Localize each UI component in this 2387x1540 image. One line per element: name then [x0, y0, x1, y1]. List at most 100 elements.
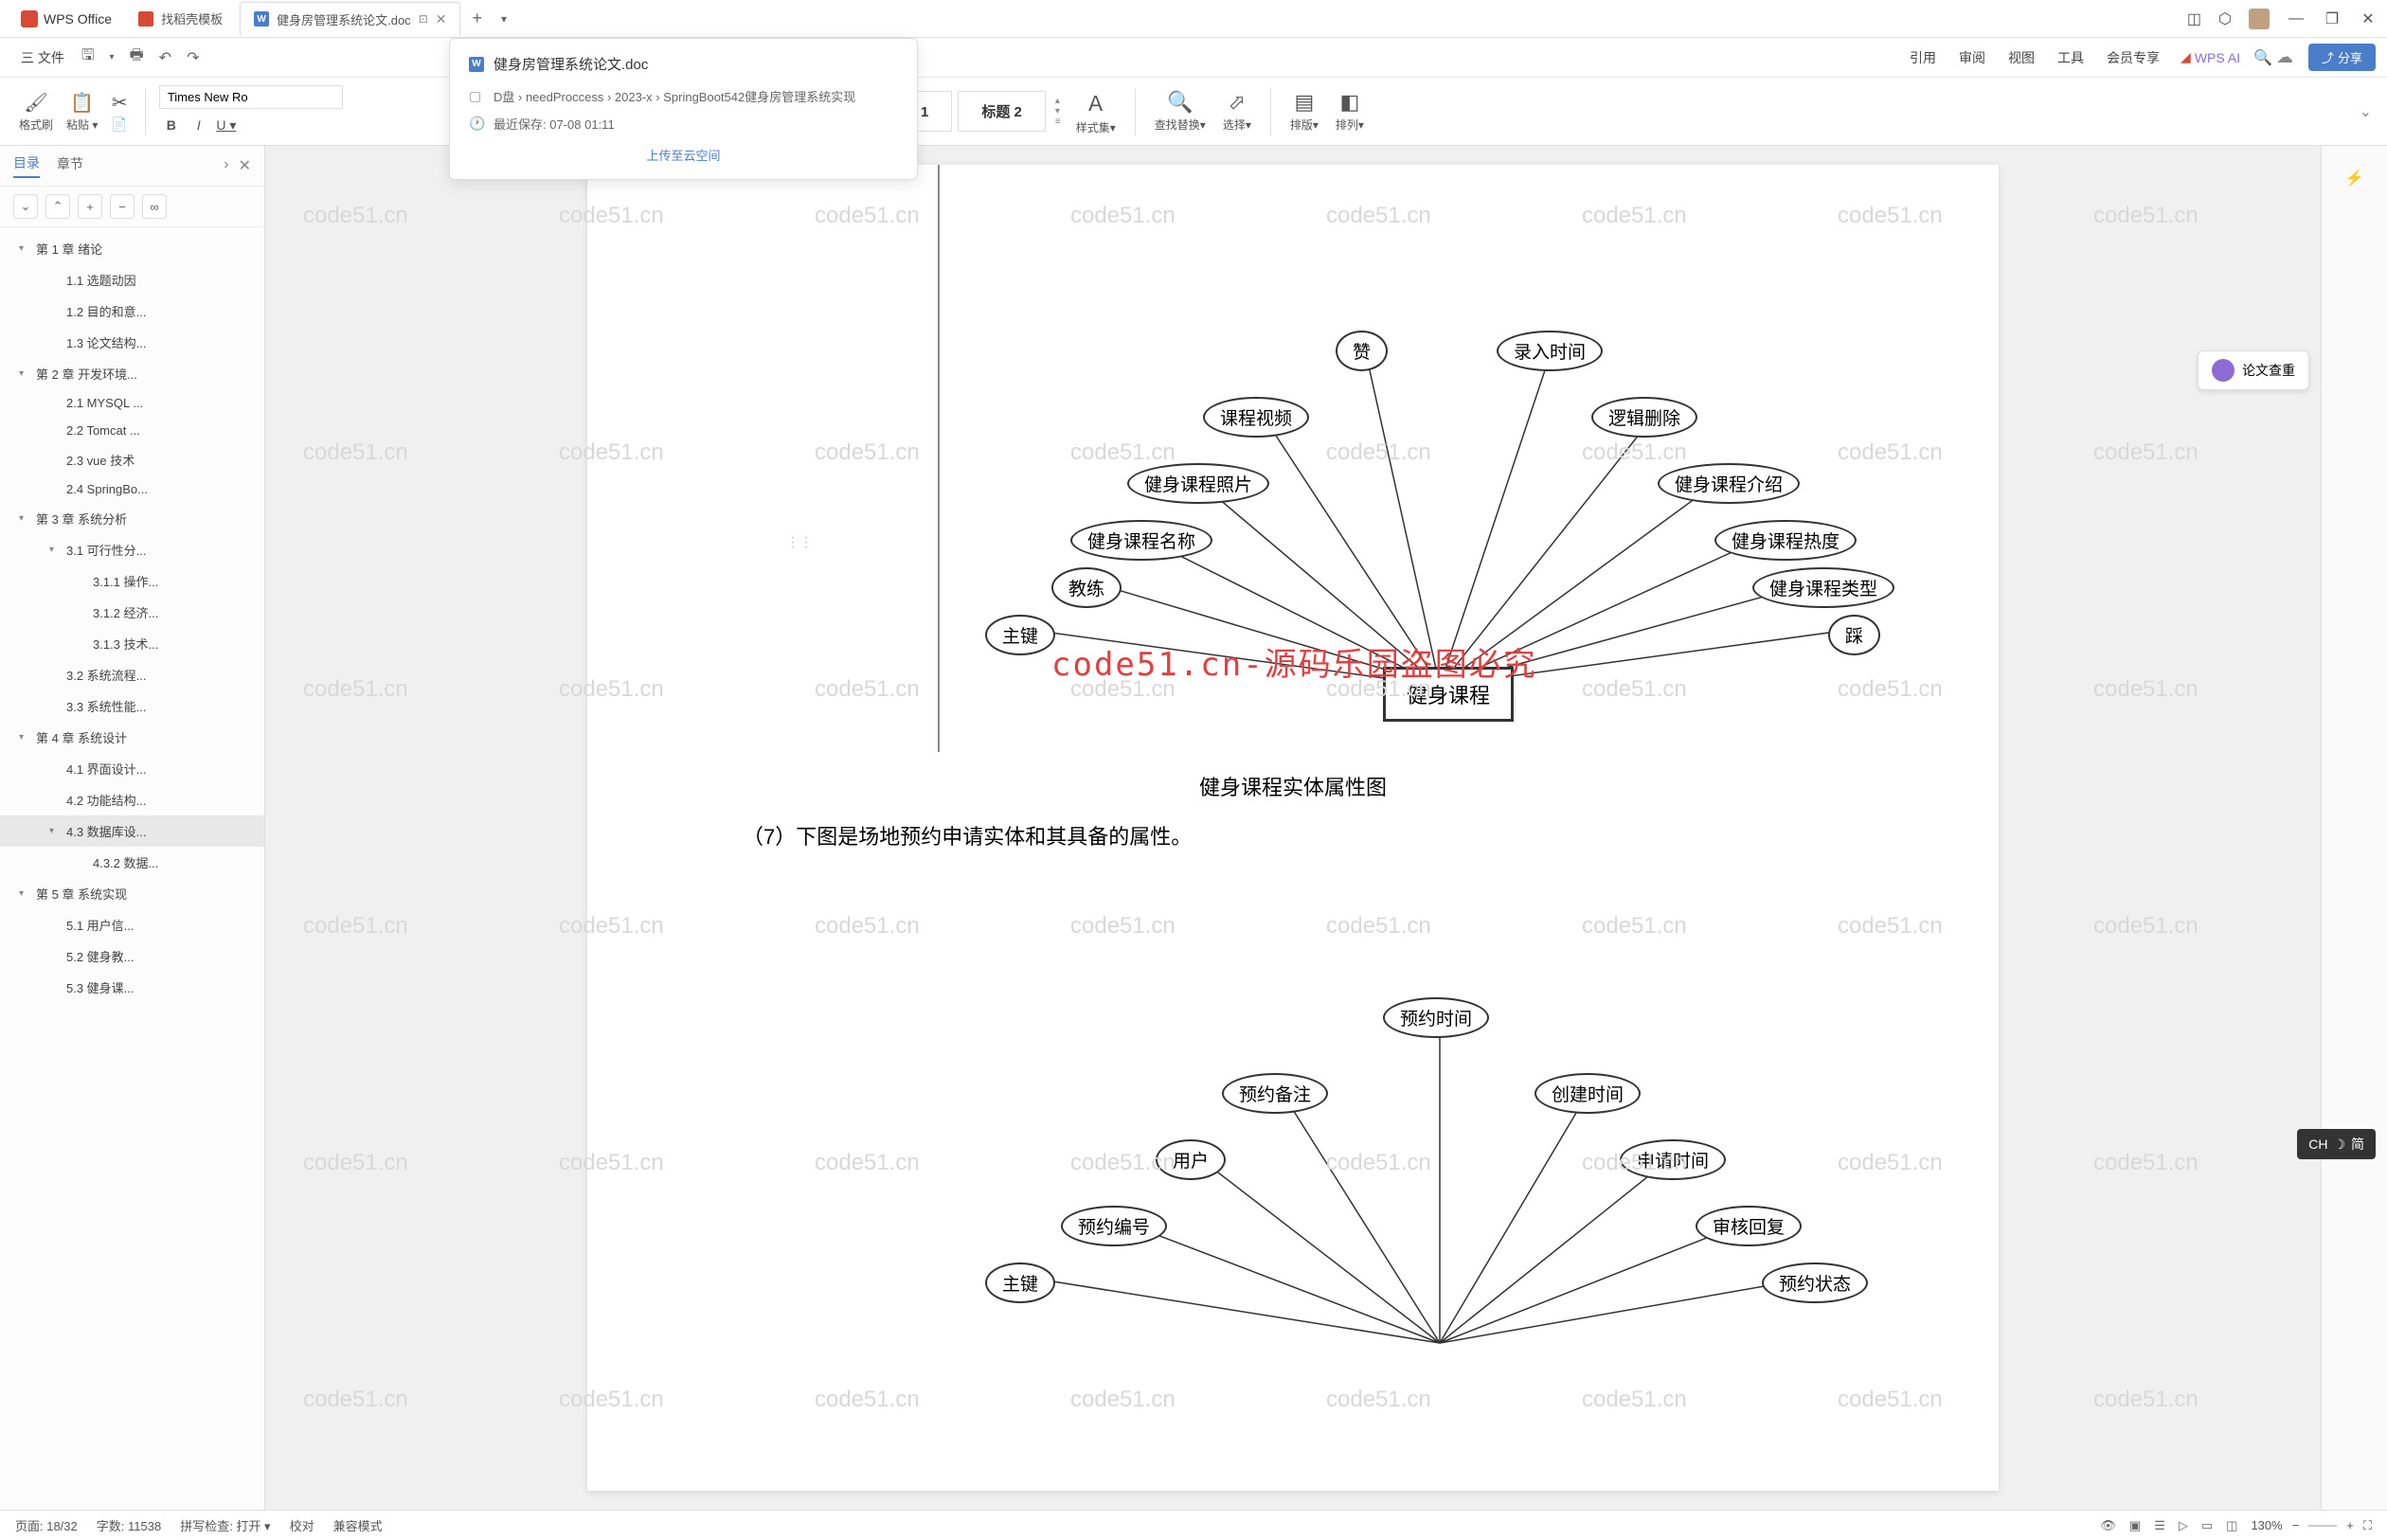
collapse-button[interactable]: ⌄ [13, 194, 38, 219]
avatar-icon[interactable] [2249, 9, 2270, 29]
redo-icon[interactable]: ↷ [183, 45, 203, 71]
zoom-level[interactable]: 130% [2251, 1518, 2282, 1532]
eye-icon[interactable]: 👁 [2100, 1518, 2116, 1533]
web-layout-icon[interactable]: ◫ [2226, 1518, 2237, 1533]
popup-path[interactable]: ▢ D盘 › needProccess › 2023-x › SpringBoo… [469, 87, 898, 105]
sidebar-tab-toc[interactable]: 目录 [13, 153, 40, 178]
bold-button[interactable]: B [159, 113, 184, 137]
chevron-down-icon[interactable]: ▾ [19, 513, 32, 524]
status-compat[interactable]: 兼容模式 [333, 1516, 383, 1534]
save-icon[interactable]: 🖫 [78, 41, 99, 74]
ime-indicator[interactable]: CH ☽ 简 [2297, 1129, 2376, 1159]
toolbar-expand[interactable]: ⌄ [2360, 102, 2372, 121]
paste-group[interactable]: 📋 粘贴 ▾ [63, 91, 101, 133]
status-spellcheck[interactable]: 拼写检查: 打开 ▾ [180, 1516, 270, 1534]
menu-reference[interactable]: 引用 [1900, 43, 1946, 73]
close-sidebar-icon[interactable]: ✕ [239, 156, 251, 175]
menu-member[interactable]: 会员专享 [2097, 43, 2169, 73]
zoom-in-button[interactable]: + [2346, 1518, 2354, 1532]
pin-icon[interactable]: ⊡ [419, 12, 428, 26]
toc-item[interactable]: 5.1 用户信... [0, 909, 264, 940]
arrange2-button[interactable]: ◧ 排列▾ [1330, 90, 1370, 133]
toc-item[interactable]: 1.2 目的和意... [0, 295, 264, 327]
menu-view[interactable]: 视图 [1999, 43, 2044, 73]
find-replace-button[interactable]: 🔍 查找替换▾ [1149, 90, 1211, 133]
maximize-button[interactable]: ❐ [2323, 9, 2342, 28]
drag-handle-icon[interactable]: ⋮⋮ [786, 534, 813, 550]
save-dropdown[interactable]: ▾ [106, 48, 118, 66]
outline-icon[interactable]: ☰ [2154, 1518, 2165, 1533]
close-icon[interactable]: ✕ [436, 11, 447, 27]
reading-icon[interactable]: ▭ [2201, 1518, 2213, 1533]
select-button[interactable]: ⬀ 选择▾ [1217, 90, 1257, 133]
toc-item[interactable]: ▾第 2 章 开发环境... [0, 358, 264, 389]
plagiarism-check-button[interactable]: 论文查重 [2198, 350, 2309, 390]
expand-button[interactable]: ⌃ [45, 194, 70, 219]
style-scroll-up[interactable]: ▴ [1055, 96, 1061, 106]
toc-item[interactable]: 2.2 Tomcat ... [0, 417, 264, 444]
chevron-down-icon[interactable]: ▾ [19, 243, 32, 254]
window-outline-icon[interactable]: ◫ [2187, 9, 2201, 28]
file-menu[interactable]: 三 文件 [11, 43, 74, 73]
add-button[interactable]: + [78, 194, 102, 219]
fullscreen-icon[interactable]: ⛶ [2363, 1518, 2372, 1533]
document-area[interactable]: code51.cncode51.cncode51.cncode51.cncode… [265, 146, 2321, 1510]
toc-item[interactable]: 1.3 论文结构... [0, 327, 264, 358]
menu-review[interactable]: 审阅 [1949, 43, 1995, 73]
print-icon[interactable]: 🖶 [126, 41, 148, 74]
underline-button[interactable]: U ▾ [214, 113, 239, 137]
toc-item[interactable]: ▾第 4 章 系统设计 [0, 722, 264, 753]
chevron-down-icon[interactable]: ▾ [19, 888, 32, 899]
toc-item[interactable]: ▾第 5 章 系统实现 [0, 878, 264, 909]
app-logo[interactable]: WPS Office [9, 10, 123, 27]
share-button[interactable]: ⤴ 分享 [2308, 44, 2376, 71]
style-scroll-down[interactable]: ▾ [1055, 106, 1061, 116]
toc-item[interactable]: 4.1 界面设计... [0, 753, 264, 784]
chevron-down-icon[interactable]: ▾ [19, 732, 32, 743]
style-expand[interactable]: ≡ [1055, 116, 1061, 127]
chevron-down-icon[interactable]: ▾ [19, 368, 32, 379]
new-tab-button[interactable]: + [462, 9, 492, 28]
toc-item[interactable]: 5.2 健身教... [0, 940, 264, 972]
toc-item[interactable]: 2.3 vue 技术 [0, 444, 264, 475]
toc-item[interactable]: 3.2 系统流程... [0, 659, 264, 690]
status-words[interactable]: 字数: 11538 [97, 1516, 161, 1534]
search-icon[interactable]: 🔍 [2253, 48, 2272, 67]
chevron-down-icon[interactable]: ▾ [49, 545, 63, 555]
toc-item[interactable]: ▾第 3 章 系统分析 [0, 503, 264, 534]
toc-item[interactable]: ▾3.1 可行性分... [0, 534, 264, 565]
style-heading2[interactable]: 标题 2 [958, 91, 1046, 132]
toc-item[interactable]: 2.4 SpringBo... [0, 475, 264, 503]
upload-cloud-link[interactable]: 上传至云空间 [469, 146, 898, 164]
status-proof[interactable]: 校对 [290, 1516, 314, 1534]
font-family-select[interactable] [159, 85, 343, 109]
toc-item[interactable]: 2.1 MYSQL ... [0, 389, 264, 417]
page-layout-icon[interactable]: ▣ [2129, 1518, 2141, 1533]
toc-item[interactable]: 4.3.2 数据... [0, 847, 264, 878]
tab-templates[interactable]: 找稻壳模板 [125, 2, 236, 36]
toc-item[interactable]: 4.2 功能结构... [0, 784, 264, 815]
chevron-down-icon[interactable]: ▾ [49, 826, 63, 836]
chevron-right-icon[interactable]: › [224, 156, 228, 175]
toc-item[interactable]: 3.1.3 技术... [0, 628, 264, 659]
wps-ai-button[interactable]: ◢ WPS AI [2181, 49, 2240, 65]
toc-item[interactable]: 5.3 健身课... [0, 972, 264, 1003]
sidebar-tab-chapter[interactable]: 章节 [57, 154, 83, 177]
close-button[interactable]: ✕ [2359, 9, 2378, 28]
format-painter-group[interactable]: 🖌 格式刷 [15, 91, 57, 133]
toc-item[interactable]: 3.3 系统性能... [0, 690, 264, 722]
cube-icon[interactable]: ⬡ [2218, 9, 2232, 28]
status-page[interactable]: 页面: 18/32 [15, 1516, 78, 1534]
menu-tools[interactable]: 工具 [2048, 43, 2093, 73]
styleset-button[interactable]: Ａ 样式集▾ [1070, 87, 1122, 135]
cut-group[interactable]: ✂ 📄 [107, 91, 131, 133]
toc-item[interactable]: ▾4.3 数据库设... [0, 815, 264, 847]
play-icon[interactable]: ▷ [2179, 1518, 2188, 1533]
toc-item[interactable]: 3.1.2 经济... [0, 597, 264, 628]
arrange-button[interactable]: ▤ 排版▾ [1284, 90, 1324, 133]
toc-item[interactable]: ▾第 1 章 绪论 [0, 233, 264, 264]
toc-item[interactable]: 1.1 选题动因 [0, 264, 264, 295]
zoom-slider[interactable] [2308, 1525, 2337, 1527]
minimize-button[interactable]: — [2287, 9, 2306, 28]
toc-item[interactable]: 3.1.1 操作... [0, 565, 264, 597]
